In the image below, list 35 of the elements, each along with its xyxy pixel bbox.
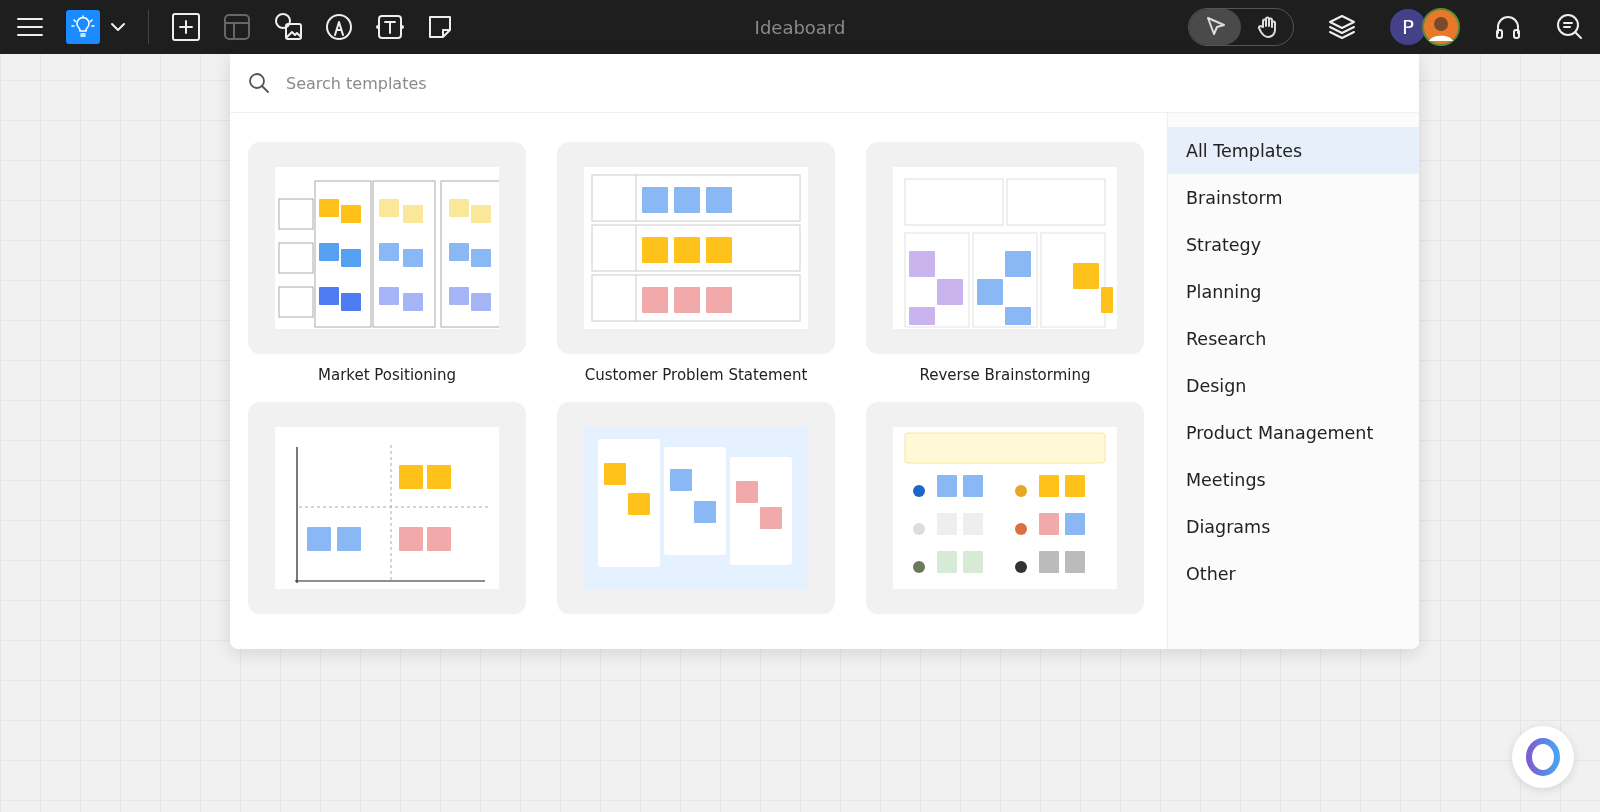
avatar-silhouette-icon[interactable] [1422, 8, 1460, 46]
category-item[interactable]: Brainstorm [1168, 174, 1419, 221]
category-item[interactable]: Planning [1168, 268, 1419, 315]
pointer-tool-button[interactable] [1189, 9, 1241, 45]
template-card[interactable] [248, 142, 526, 354]
category-item[interactable]: Product Management [1168, 409, 1419, 456]
ring-logo-icon [1524, 738, 1562, 776]
assistant-button[interactable] [1512, 726, 1574, 788]
template-title: Reverse Brainstorming [919, 366, 1091, 384]
layout-icon[interactable] [223, 13, 251, 41]
category-item[interactable]: Diagrams [1168, 503, 1419, 550]
layers-icon[interactable] [1328, 13, 1356, 41]
lightbulb-icon [71, 15, 95, 39]
image-search-icon[interactable] [273, 12, 303, 42]
template-title: Market Positioning [318, 366, 456, 384]
sticky-note-icon[interactable] [427, 14, 453, 40]
category-item[interactable]: Meetings [1168, 456, 1419, 503]
pen-circle-icon[interactable] [325, 13, 353, 41]
menu-icon[interactable] [16, 17, 44, 37]
chevron-down-icon[interactable] [110, 22, 126, 32]
template-title: Customer Problem Statement [584, 366, 808, 384]
category-item[interactable]: Other [1168, 550, 1419, 597]
search-comment-icon[interactable] [1556, 13, 1584, 41]
category-item[interactable]: Strategy [1168, 221, 1419, 268]
add-square-icon[interactable] [171, 12, 201, 42]
category-item[interactable]: Research [1168, 315, 1419, 362]
board-title: Ideaboard [754, 16, 846, 38]
hand-icon [1256, 15, 1278, 39]
text-box-icon[interactable] [375, 13, 405, 41]
lightbulb-button[interactable] [66, 10, 100, 44]
category-item[interactable]: All Templates [1168, 127, 1419, 174]
headset-icon[interactable] [1494, 13, 1522, 41]
category-item[interactable]: Design [1168, 362, 1419, 409]
user-avatar[interactable]: P [1390, 9, 1426, 45]
search-icon [248, 72, 270, 94]
